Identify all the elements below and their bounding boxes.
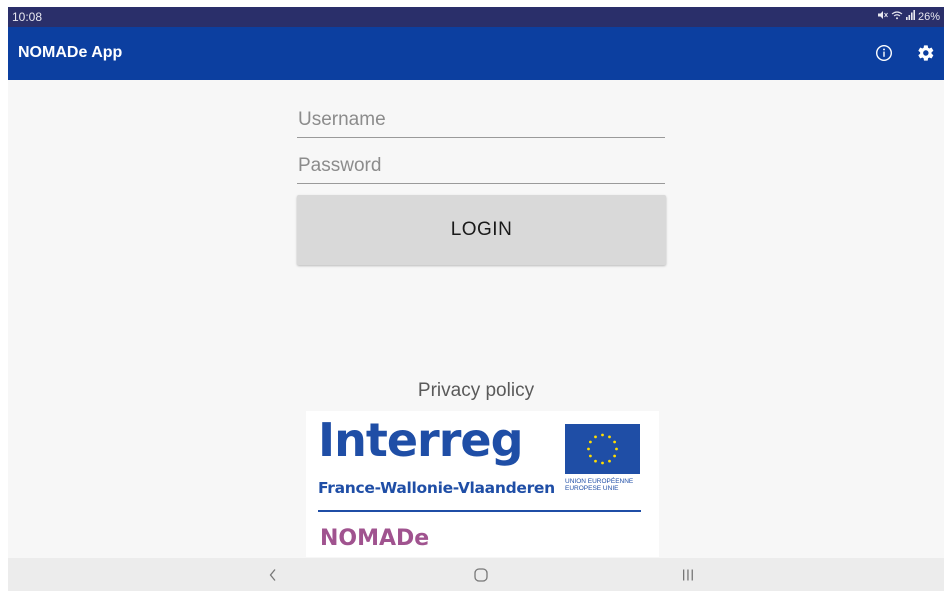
app-toolbar: NOMADe App (8, 27, 944, 80)
status-time: 10:08 (12, 10, 43, 24)
project-name: NOMADe (320, 526, 430, 551)
eu-label-nl: EUROPESE UNIE (565, 485, 619, 492)
signal-icon (905, 10, 915, 23)
back-icon (269, 568, 276, 581)
logo-divider (318, 510, 641, 512)
system-nav-bar (8, 558, 944, 591)
home-icon (474, 567, 488, 582)
wifi-icon (891, 10, 903, 23)
password-field (297, 149, 665, 184)
mute-icon (877, 10, 888, 23)
info-button[interactable] (872, 41, 896, 65)
app-screen: 10:08 26% NOMADe App Username LOGIN Priv… (8, 7, 944, 591)
login-button[interactable]: LOGIN (297, 195, 666, 265)
nav-recents-button[interactable] (658, 558, 718, 591)
eu-label: UNION EUROPÉENNE EUROPESE UNIE (565, 478, 633, 492)
toolbar-actions (872, 41, 938, 65)
eu-flag-icon (565, 424, 640, 474)
recents-icon (683, 569, 693, 580)
region-label: France-Wallonie-Vlaanderen (318, 479, 555, 497)
username-input[interactable] (297, 103, 665, 137)
password-input[interactable] (297, 149, 665, 183)
eu-label-fr: UNION EUROPÉENNE (565, 478, 634, 485)
privacy-policy-link[interactable]: Privacy policy (8, 380, 944, 402)
status-bar: 10:08 26% (8, 7, 944, 27)
info-icon (875, 44, 893, 62)
status-icons: 26% (877, 10, 940, 23)
gear-icon (918, 45, 934, 61)
interreg-logo: Interreg UNION EUROPÉENNE EUROPESE UNIE … (306, 411, 659, 557)
interreg-wordmark: Interreg (318, 413, 524, 467)
battery-level: 26% (917, 10, 940, 23)
nav-home-button[interactable] (451, 558, 511, 591)
username-field (297, 103, 665, 138)
app-title: NOMADe App (18, 44, 123, 61)
login-screen: LOGIN Privacy policy Interreg (8, 80, 944, 558)
nav-back-button[interactable] (243, 558, 303, 591)
settings-button[interactable] (914, 41, 938, 65)
